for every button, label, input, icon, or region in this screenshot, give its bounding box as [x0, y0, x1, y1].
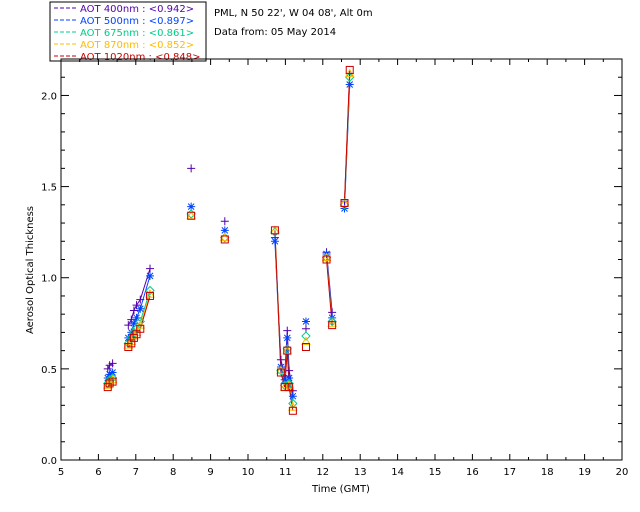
x-tick-label: 11: [279, 467, 292, 478]
data-point: [220, 217, 229, 226]
y-tick-label: 0.0: [41, 456, 57, 467]
legend: AOT 400nm : <0.942>AOT 500nm : <0.897>AO…: [49, 1, 207, 63]
y-tick-label: 2.0: [41, 91, 57, 102]
data-point: [276, 355, 285, 364]
site-info: PML, N 50 22', W 04 08', Alt 0m: [214, 8, 373, 19]
x-tick-label: 15: [429, 467, 442, 478]
x-tick-label: 8: [170, 467, 176, 478]
plot-frame: [60, 58, 623, 461]
aot-chart: AOT 400nm : <0.942>AOT 500nm : <0.897>AO…: [25, 1, 628, 495]
x-tick-label: 17: [503, 467, 516, 478]
x-tick-label: 16: [466, 467, 479, 478]
data-point: [146, 264, 155, 273]
data-point: [283, 326, 292, 335]
y-axis-label: Aerosol Optical Thickness: [25, 206, 36, 334]
y-tick-label: 0.5: [41, 365, 57, 376]
date-info: Data from: 05 May 2014: [214, 27, 336, 38]
y-tick-label: 1.5: [41, 183, 57, 194]
data-point: [103, 364, 112, 373]
x-tick-label: 5: [58, 467, 64, 478]
series-line: [107, 362, 113, 370]
data-point: [283, 333, 292, 342]
x-tick-label: 14: [391, 467, 404, 478]
legend-label: AOT 870nm : <0.852>: [80, 40, 194, 51]
legend-label: AOT 500nm : <0.897>: [80, 16, 194, 27]
x-axis-label: Time (GMT): [311, 484, 370, 495]
data-point: [136, 295, 145, 304]
data-point: [301, 317, 310, 326]
data-point: [136, 304, 145, 313]
x-tick-label: 6: [95, 467, 101, 478]
data-point: [146, 271, 155, 280]
axes: 5 6 7 8 9 10 11 12 13 14 15 16 17 18 19 20 0.0 0.5 1.0 1.5 2…: [41, 59, 628, 478]
x-tick-label: 19: [578, 467, 591, 478]
legend-label: AOT 675nm : <0.861>: [80, 28, 194, 39]
series-markers: [102, 65, 355, 415]
x-tick-label: 12: [316, 467, 329, 478]
x-tick-label: 9: [207, 467, 213, 478]
data-point: [270, 237, 279, 246]
series-line: [274, 237, 294, 391]
x-tick-label: 18: [541, 467, 554, 478]
series-line: [343, 69, 351, 204]
x-tick-label: 7: [133, 467, 139, 478]
x-tick-label: 10: [242, 467, 255, 478]
legend-label: AOT 400nm : <0.942>: [80, 4, 194, 15]
y-tick-label: 1.0: [41, 274, 57, 285]
x-tick-label: 13: [354, 467, 367, 478]
data-point: [187, 164, 196, 173]
data-point: [301, 331, 311, 341]
x-tick-label: 20: [616, 467, 629, 478]
